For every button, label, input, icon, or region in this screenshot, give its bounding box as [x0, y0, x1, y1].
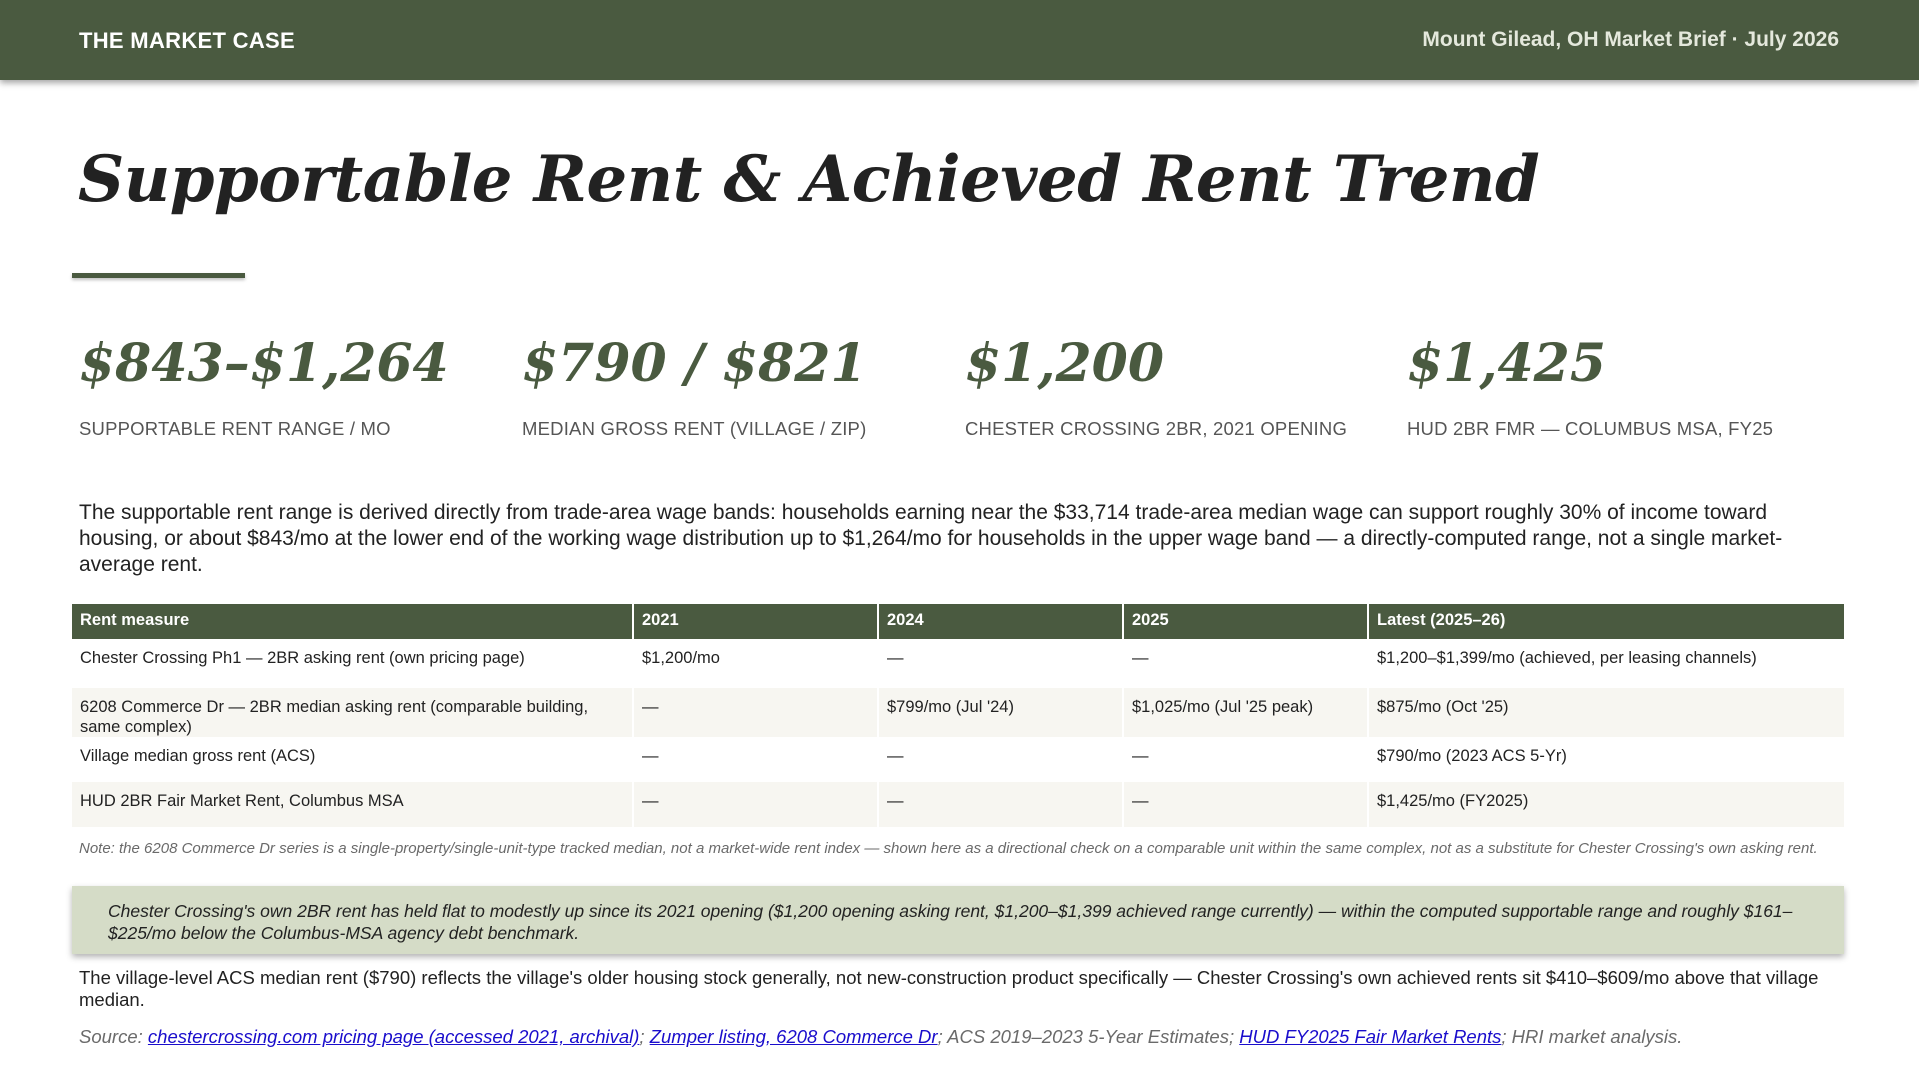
table-row: Village median gross rent (ACS) — — — $7… [72, 737, 1844, 782]
stat-hud-fmr: $1,425 HUD 2BR FMR — COLUMBUS MSA, FY25 [1407, 330, 1847, 440]
header-bar: THE MARKET CASE Mount Gilead, OH Market … [0, 0, 1919, 80]
stat-label: HUD 2BR FMR — COLUMBUS MSA, FY25 [1407, 418, 1774, 439]
table-cell: — [1123, 782, 1369, 827]
source-link-chestercrossing[interactable]: chestercrossing.com pricing page (access… [148, 1026, 640, 1047]
column-header: Rent measure [72, 604, 634, 639]
table-cell: — [1123, 639, 1369, 688]
stat-median-gross-rent: $790 / $821 MEDIAN GROSS RENT (VILLAGE /… [522, 330, 962, 440]
table-cell: HUD 2BR Fair Market Rent, Columbus MSA [72, 782, 634, 827]
table-cell: $1,200–$1,399/mo (achieved, per leasing … [1368, 639, 1844, 688]
table-cell: — [633, 688, 879, 737]
source-middle-text: ; ACS 2019–2023 5-Year Estimates; [937, 1026, 1240, 1047]
stat-supportable-rent: $843–$1,264 SUPPORTABLE RENT RANGE / MO [79, 330, 519, 440]
closing-paragraph: The village-level ACS median rent ($790)… [79, 967, 1819, 1010]
intro-paragraph: The supportable rent range is derived di… [79, 501, 1783, 576]
table-cell: $1,200/mo [633, 639, 879, 688]
table-cell: — [878, 782, 1124, 827]
stat-label: SUPPORTABLE RENT RANGE / MO [79, 418, 391, 439]
key-finding-callout: Chester Crossing's own 2BR rent has held… [72, 886, 1844, 954]
stat-value: $790 / $821 [522, 333, 867, 394]
table-cell: — [878, 639, 1124, 688]
brand-label: THE MARKET CASE [79, 28, 295, 53]
stat-chester-crossing-rent: $1,200 CHESTER CROSSING 2BR, 2021 OPENIN… [965, 330, 1405, 440]
source-line: Source: chestercrossing.com pricing page… [79, 1026, 1849, 1048]
stat-label: MEDIAN GROSS RENT (VILLAGE / ZIP) [522, 418, 867, 439]
column-header: 2021 [633, 604, 879, 639]
table-header-row: Rent measure 2021 2024 2025 Latest (2025… [72, 604, 1844, 639]
column-header: Latest (2025–26) [1368, 604, 1844, 639]
column-header: 2024 [878, 604, 1124, 639]
callout-text: Chester Crossing's own 2BR rent has held… [108, 901, 1793, 943]
title-underline [72, 273, 245, 278]
source-link-zumper[interactable]: Zumper listing, 6208 Commerce Dr [650, 1026, 938, 1047]
table-cell: $790/mo (2023 ACS 5-Yr) [1368, 737, 1844, 782]
table-cell: Chester Crossing Ph1 — 2BR asking rent (… [72, 639, 634, 688]
brief-label: Mount Gilead, OH Market Brief · July 202… [1422, 28, 1839, 51]
table-cell: — [1123, 737, 1369, 782]
table-cell: — [633, 737, 879, 782]
source-link-hud-fmr[interactable]: HUD FY2025 Fair Market Rents [1239, 1026, 1501, 1047]
stat-value: $1,200 [965, 333, 1165, 394]
source-separator: ; [639, 1026, 650, 1047]
table-cell: — [633, 782, 879, 827]
table-row: 6208 Commerce Dr — 2BR median asking ren… [72, 688, 1844, 737]
source-prefix: Source: [79, 1026, 148, 1047]
table-cell: 6208 Commerce Dr — 2BR median asking ren… [72, 688, 634, 737]
rent-table: Rent measure 2021 2024 2025 Latest (2025… [72, 604, 1844, 827]
table-row: HUD 2BR Fair Market Rent, Columbus MSA —… [72, 782, 1844, 827]
table-cell: — [878, 737, 1124, 782]
table-row: Chester Crossing Ph1 — 2BR asking rent (… [72, 639, 1844, 688]
stat-label: CHESTER CROSSING 2BR, 2021 OPENING [965, 418, 1348, 439]
column-header: 2025 [1123, 604, 1369, 639]
table-cell: Village median gross rent (ACS) [72, 737, 634, 782]
table-cell: $1,425/mo (FY2025) [1368, 782, 1844, 827]
page-title: Supportable Rent & Achieved Rent Trend [78, 142, 1540, 217]
table-cell: $799/mo (Jul '24) [878, 688, 1124, 737]
table-note: Note: the 6208 Commerce Dr series is a s… [79, 840, 1818, 857]
stat-value: $1,425 [1407, 333, 1607, 394]
stat-value: $843–$1,264 [79, 333, 449, 394]
source-suffix: ; HRI market analysis. [1501, 1026, 1683, 1047]
table-cell: $1,025/mo (Jul '25 peak) [1123, 688, 1369, 737]
table-cell: $875/mo (Oct '25) [1368, 688, 1844, 737]
